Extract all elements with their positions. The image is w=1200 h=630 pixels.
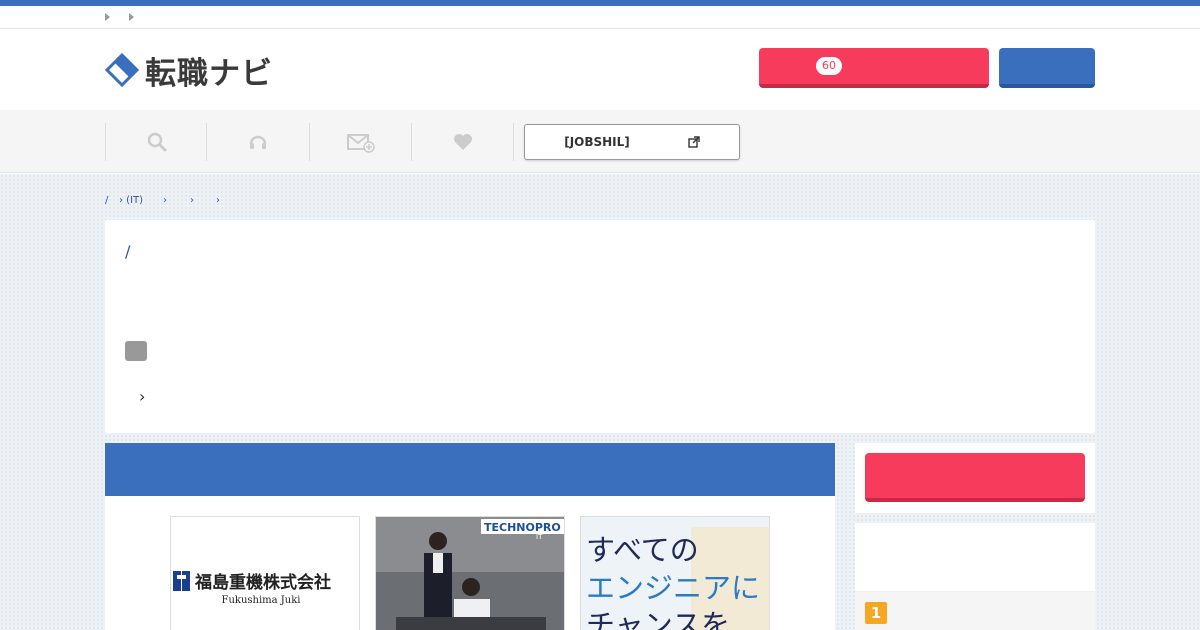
caret-right-icon xyxy=(105,13,110,21)
register-badge: 60 xyxy=(816,57,842,75)
banner-line-2: エンジニアに xyxy=(586,571,760,605)
company-thumbnail[interactable]: すべての エンジニアに チャンスを xyxy=(580,516,770,630)
nav-mail[interactable] xyxy=(309,123,411,161)
sidebar-cta-box xyxy=(855,443,1095,513)
jobshil-link-button[interactable]: [JOBSHIL] xyxy=(524,124,740,160)
jobshil-label: [JOBSHIL] xyxy=(564,135,630,149)
company-thumbnail[interactable]: 福島重機株式会社 Fukushima Juki xyxy=(170,516,360,630)
office-photo-image: TECHNOPRO IT xyxy=(376,517,564,630)
sidebar-ranking: 1 xyxy=(855,523,1095,630)
mail-plus-icon xyxy=(346,134,375,153)
sidebar-cta-button[interactable] xyxy=(865,453,1085,502)
top-mini-breadcrumb xyxy=(0,6,1200,29)
ranking-row[interactable]: 1 xyxy=(855,591,1095,630)
job-category-link[interactable]: / xyxy=(125,242,130,261)
nav-search[interactable] xyxy=(105,123,207,161)
headset-icon xyxy=(249,135,266,149)
status-tag xyxy=(125,341,147,361)
main-nav: [JOBSHIL] xyxy=(0,110,1200,173)
main-column: 福島重機株式会社 Fukushima Juki TECHNOPRO IT すべて… xyxy=(105,443,835,630)
logo-icon xyxy=(105,53,139,87)
job-summary-card: / › xyxy=(105,220,1095,433)
rank-badge: 1 xyxy=(865,602,887,624)
register-button[interactable]: 60 xyxy=(759,48,989,88)
nav-support[interactable] xyxy=(206,123,308,161)
breadcrumb-item[interactable]: › xyxy=(163,195,167,206)
technopro-sub-text: IT xyxy=(536,533,543,541)
company-thumbnail[interactable]: TECHNOPRO IT xyxy=(375,516,565,630)
section-header xyxy=(105,443,835,496)
site-header: 転職ナビ 60 xyxy=(0,29,1200,110)
search-icon xyxy=(147,132,166,152)
nav-divider xyxy=(513,123,514,161)
company-jp-name: 福島重機株式会社 xyxy=(194,572,331,593)
login-button[interactable] xyxy=(999,48,1095,88)
caret-right-icon xyxy=(129,13,134,21)
company-logo-image: 福島重機株式会社 Fukushima Juki xyxy=(171,517,359,630)
more-link[interactable]: › xyxy=(139,387,145,406)
breadcrumb-item[interactable]: › xyxy=(216,195,220,206)
recruit-banner-image: すべての エンジニアに チャンスを xyxy=(581,517,769,630)
logo-text: 転職ナビ xyxy=(145,55,273,92)
site-logo[interactable]: 転職ナビ xyxy=(105,51,273,92)
nav-favorites[interactable] xyxy=(411,123,513,161)
heart-icon xyxy=(453,134,472,150)
technopro-logo-text: TECHNOPRO xyxy=(484,521,561,534)
breadcrumb-item[interactable]: › (IT) xyxy=(119,195,143,206)
company-en-name: Fukushima Juki xyxy=(222,595,301,606)
external-link-icon xyxy=(688,136,700,148)
banner-line-3: チャンスを xyxy=(586,608,730,630)
breadcrumb-item[interactable]: / xyxy=(105,195,108,206)
breadcrumb-item[interactable]: › xyxy=(190,195,194,206)
banner-line-1: すべての xyxy=(586,533,699,567)
